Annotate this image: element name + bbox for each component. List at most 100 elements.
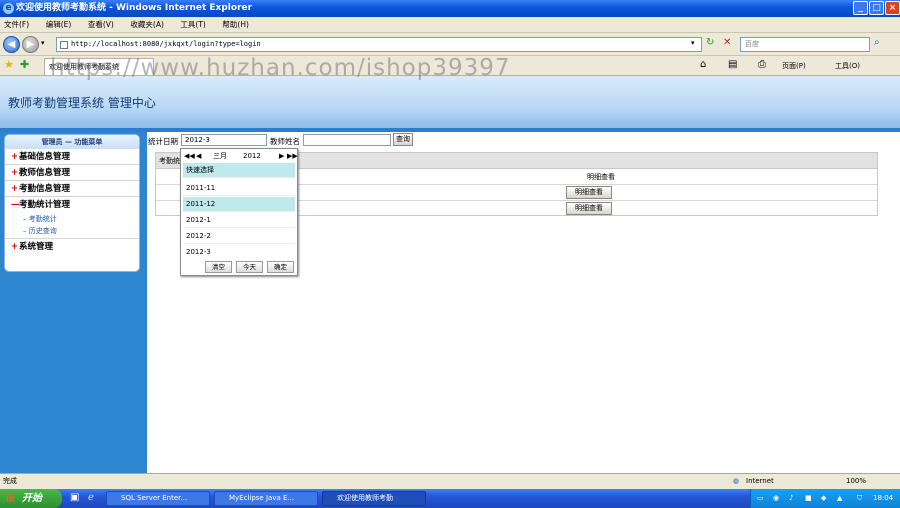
search-icon[interactable]: ⌕ <box>874 37 880 48</box>
tray-volume-icon[interactable]: ♪ <box>789 489 793 508</box>
page-menu[interactable]: 页面(P) <box>782 61 806 71</box>
status-bar: 完成 ◍ Internet 100% <box>0 473 900 489</box>
picker-clear-button[interactable]: 清空 <box>205 261 232 273</box>
sidebar-group-teacher-info[interactable]: + 教师信息管理 <box>5 165 139 181</box>
minimize-button[interactable]: _ <box>853 1 868 15</box>
expand-icon: + <box>11 168 19 178</box>
picker-month[interactable]: 三月 <box>213 149 227 163</box>
tray-app-icon[interactable]: ■ <box>805 489 812 508</box>
quick-select-label: 快速选择 <box>183 163 295 178</box>
close-button[interactable]: × <box>885 1 900 15</box>
ie-logo-icon: e <box>3 3 14 14</box>
system-tray: ▭ ◉ ♪ ■ ◆ ▲ ⛉ 18:04 <box>750 489 900 508</box>
collapse-icon: — <box>11 200 20 210</box>
sidebar-group-label: 考勤信息管理 <box>19 184 71 194</box>
month-option[interactable]: 2011-12 <box>183 197 295 212</box>
window-title-bar: e 欢迎使用教师考勤系统 - Windows Internet Explorer… <box>0 0 900 17</box>
task-ie[interactable]: 欢迎使用教师考勤 <box>322 491 426 506</box>
tray-shield-icon[interactable]: ⛉ <box>857 489 862 508</box>
forward-button[interactable]: ▶ <box>22 36 39 53</box>
search-input[interactable]: 百度 <box>740 37 870 52</box>
add-favorite-icon[interactable]: ✚ <box>20 58 29 71</box>
sidebar-group-basic-info[interactable]: + 基础信息管理 <box>5 149 139 165</box>
sidebar-group-system[interactable]: + 系统管理 <box>5 239 139 255</box>
tools-menu[interactable]: 工具(O) <box>835 61 860 71</box>
month-picker-header: ◀◀ ◀ 三月 2012 ▶ ▶▶ <box>181 149 298 163</box>
tray-keyboard-icon[interactable]: ▭ <box>757 489 764 508</box>
sidebar: 管理员 — 功能菜单 + 基础信息管理 + 教师信息管理 + 考勤信息管理 — … <box>0 132 147 473</box>
date-label: 统计日期 <box>148 137 178 146</box>
picker-today-button[interactable]: 今天 <box>236 261 263 273</box>
address-bar[interactable]: http://localhost:8080/jxkqxt/login?type=… <box>56 37 702 52</box>
month-option[interactable]: 2011-11 <box>183 181 295 196</box>
prev-year-icon[interactable]: ◀◀ <box>184 149 195 163</box>
window-title: 欢迎使用教师考勤系统 - Windows Internet Explorer <box>16 3 253 13</box>
start-button[interactable]: ⊞ 开始 <box>0 489 62 508</box>
sidebar-item-attendance-stats[interactable]: – 考勤统计 <box>5 213 139 225</box>
main-content: 统计日期 2012-3 教师姓名 查询 考勤统 明细查看 明细查看 明细查看 ◀… <box>147 132 900 473</box>
sidebar-group-label: 考勤统计管理 <box>19 200 71 210</box>
month-option[interactable]: 2012-1 <box>183 213 295 228</box>
task-label: MyEclipse Java E... <box>229 494 295 502</box>
query-button[interactable]: 查询 <box>393 133 413 146</box>
zoom-text[interactable]: 100% <box>846 474 866 489</box>
detail-view-button[interactable]: 明细查看 <box>566 202 612 215</box>
teacher-name-input[interactable] <box>303 134 391 146</box>
address-url: http://localhost:8080/jxkqxt/login?type=… <box>71 40 261 48</box>
sidebar-group-attendance-info[interactable]: + 考勤信息管理 <box>5 181 139 197</box>
address-dropdown-icon[interactable]: ▾ <box>691 39 695 47</box>
start-label: 开始 <box>22 493 42 504</box>
taskbar: ⊞ 开始 ▣ ℯ SQL Server Enter... MyEclipse J… <box>0 489 900 508</box>
prev-month-icon[interactable]: ◀ <box>196 149 201 163</box>
picker-ok-button[interactable]: 确定 <box>267 261 294 273</box>
sidebar-group-attendance-stats[interactable]: — 考勤统计管理 <box>5 197 139 213</box>
home-icon[interactable]: ⌂ <box>700 59 706 70</box>
detail-column-header: 明细查看 <box>587 173 615 181</box>
task-myeclipse[interactable]: MyEclipse Java E... <box>214 491 318 506</box>
page-icon <box>60 41 68 49</box>
menu-bar: 文件(F) 编辑(E) 查看(V) 收藏夹(A) 工具(T) 帮助(H) <box>0 17 900 33</box>
expand-icon: + <box>11 242 19 252</box>
picker-year[interactable]: 2012 <box>243 149 261 163</box>
menu-help[interactable]: 帮助(H) <box>222 17 249 33</box>
back-button[interactable]: ◀ <box>3 36 20 53</box>
menu-file[interactable]: 文件(F) <box>4 17 29 33</box>
history-dropdown-icon[interactable]: ▾ <box>41 39 45 47</box>
task-sql-server[interactable]: SQL Server Enter... <box>106 491 210 506</box>
task-label: SQL Server Enter... <box>121 494 188 502</box>
month-option[interactable]: 2012-3 <box>183 245 295 260</box>
sidebar-item-label: 考勤统计 <box>28 215 57 223</box>
next-year-icon[interactable]: ▶▶ <box>287 149 298 163</box>
sidebar-group-label: 教师信息管理 <box>19 168 71 178</box>
sidebar-group-label: 基础信息管理 <box>19 152 71 162</box>
sidebar-item-history-query[interactable]: – 历史查询 <box>5 225 139 239</box>
month-option[interactable]: 2012-2 <box>183 229 295 244</box>
maximize-button[interactable]: □ <box>869 1 884 15</box>
menu-tools[interactable]: 工具(T) <box>180 17 205 33</box>
date-input[interactable]: 2012-3 <box>181 134 267 146</box>
print-icon[interactable]: ⎙ <box>758 59 766 70</box>
detail-view-button[interactable]: 明细查看 <box>566 186 612 199</box>
tray-security-icon[interactable]: ◆ <box>821 489 826 508</box>
table-header-first: 考勤统 <box>159 157 180 165</box>
quicklaunch-ie-icon[interactable]: ℯ <box>88 492 94 503</box>
function-menu: 管理员 — 功能菜单 + 基础信息管理 + 教师信息管理 + 考勤信息管理 — … <box>4 134 140 272</box>
tray-network-icon[interactable]: ◉ <box>773 489 779 508</box>
menu-view[interactable]: 查看(V) <box>88 17 114 33</box>
teacher-name-label: 教师姓名 <box>270 137 300 146</box>
menu-favorites[interactable]: 收藏夹(A) <box>130 17 163 33</box>
status-text: 完成 <box>3 477 17 485</box>
quicklaunch-desktop-icon[interactable]: ▣ <box>70 492 79 503</box>
search-placeholder: 百度 <box>745 40 759 48</box>
favorites-star-icon[interactable]: ★ <box>4 58 14 71</box>
menu-edit[interactable]: 编辑(E) <box>46 17 72 33</box>
app-header: 教师考勤管理系统 管理中心 <box>0 76 900 128</box>
expand-icon: + <box>11 184 19 194</box>
feeds-icon[interactable]: ▤ <box>728 59 737 70</box>
tray-update-icon[interactable]: ▲ <box>837 489 842 508</box>
clock[interactable]: 18:04 <box>873 489 893 508</box>
watermark: https://www.huzhan.com/ishop39397 <box>50 55 511 81</box>
refresh-icon[interactable]: ↻ <box>706 37 714 48</box>
stop-icon[interactable]: ✕ <box>723 37 731 48</box>
next-month-icon[interactable]: ▶ <box>279 149 284 163</box>
